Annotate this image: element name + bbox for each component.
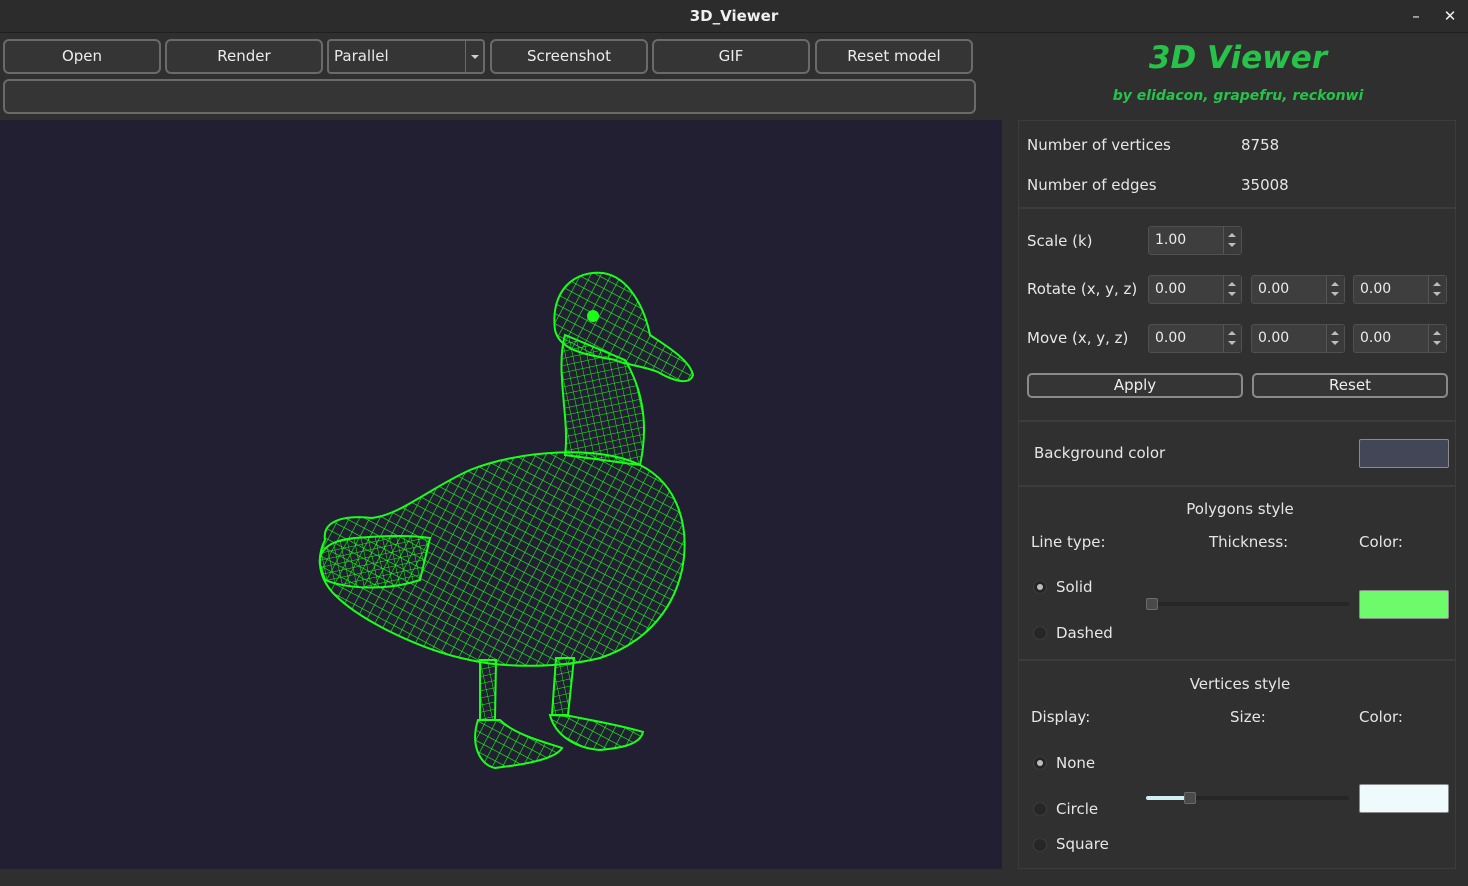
edges-count-label: Number of edges — [1027, 176, 1157, 194]
thickness-slider-handle[interactable] — [1146, 598, 1158, 610]
polygon-color-label: Color: — [1359, 533, 1403, 551]
background-color-swatch[interactable] — [1359, 439, 1449, 468]
spin-arrows-icon[interactable] — [1428, 276, 1446, 303]
display-circle-label: Circle — [1056, 800, 1099, 818]
polygon-color-swatch[interactable] — [1359, 590, 1449, 619]
spin-arrows-icon[interactable] — [1326, 325, 1344, 352]
render-button[interactable]: Render — [165, 39, 323, 74]
vertex-size-slider-handle[interactable] — [1184, 792, 1197, 804]
model-viewport[interactable] — [0, 120, 1002, 869]
vertex-color-swatch[interactable] — [1359, 784, 1449, 813]
display-none-label: None — [1056, 754, 1096, 772]
move-x-value: 0.00 — [1155, 330, 1187, 346]
title-bar: 3D_Viewer – ✕ — [0, 0, 1468, 33]
window-title: 3D_Viewer — [689, 7, 779, 25]
open-button[interactable]: Open — [3, 39, 161, 74]
display-square-radio[interactable] — [1033, 838, 1047, 852]
thickness-label: Thickness: — [1209, 533, 1289, 551]
thickness-slider[interactable] — [1146, 602, 1349, 606]
rotate-y-value: 0.00 — [1258, 281, 1290, 297]
polygons-style-heading: Polygons style — [1186, 500, 1294, 518]
app-title: 3D Viewer — [1148, 40, 1328, 76]
gif-button[interactable]: GIF — [652, 39, 810, 74]
status-strip — [0, 869, 1468, 886]
screenshot-button[interactable]: Screenshot — [490, 39, 648, 74]
rotate-x-spinbox[interactable]: 0.00 — [1148, 275, 1242, 304]
display-none-radio[interactable] — [1033, 756, 1047, 770]
spin-arrows-icon[interactable] — [1223, 276, 1241, 303]
close-icon[interactable]: ✕ — [1440, 6, 1460, 26]
chevron-down-icon[interactable] — [465, 41, 483, 72]
vertex-size-slider[interactable] — [1146, 796, 1349, 800]
move-z-spinbox[interactable]: 0.00 — [1353, 324, 1447, 353]
move-y-value: 0.00 — [1258, 330, 1290, 346]
line-type-solid-label: Solid — [1056, 578, 1093, 596]
vertices-count-label: Number of vertices — [1027, 136, 1171, 154]
file-path-field[interactable] — [3, 79, 976, 114]
spin-arrows-icon[interactable] — [1223, 325, 1241, 352]
edges-count-value: 35008 — [1241, 176, 1289, 194]
reset-model-button[interactable]: Reset model — [815, 39, 973, 74]
line-type-dashed-radio[interactable] — [1033, 626, 1047, 640]
move-y-spinbox[interactable]: 0.00 — [1251, 324, 1345, 353]
vertex-color-label: Color: — [1359, 708, 1403, 726]
rotate-z-value: 0.00 — [1360, 281, 1392, 297]
background-color-label: Background color — [1034, 444, 1166, 462]
display-label: Display: — [1031, 708, 1091, 726]
move-z-value: 0.00 — [1360, 330, 1392, 346]
model-info-panel: Number of vertices 8758 Number of edges … — [1018, 120, 1456, 208]
duck-wireframe — [318, 271, 695, 770]
projection-select-value: Parallel — [334, 47, 389, 65]
spin-arrows-icon[interactable] — [1326, 276, 1344, 303]
rotate-y-spinbox[interactable]: 0.00 — [1251, 275, 1345, 304]
spin-arrows-icon[interactable] — [1428, 325, 1446, 352]
apply-button[interactable]: Apply — [1027, 373, 1243, 398]
line-type-dashed-label: Dashed — [1056, 624, 1113, 642]
projection-select[interactable]: Parallel — [327, 39, 485, 74]
rotate-x-value: 0.00 — [1155, 281, 1187, 297]
scale-value: 1.00 — [1155, 232, 1187, 248]
size-label: Size: — [1230, 708, 1266, 726]
minimize-icon[interactable]: – — [1406, 6, 1426, 26]
move-x-spinbox[interactable]: 0.00 — [1148, 324, 1242, 353]
reset-button[interactable]: Reset — [1252, 373, 1448, 398]
scale-spinbox[interactable]: 1.00 — [1148, 226, 1242, 255]
app-authors: by elidacon, grapefru, reckonwi — [1112, 88, 1364, 104]
move-label: Move (x, y, z) — [1027, 329, 1129, 347]
line-type-solid-radio[interactable] — [1033, 580, 1047, 594]
display-circle-radio[interactable] — [1033, 802, 1047, 816]
model-canvas — [318, 271, 695, 770]
spin-arrows-icon[interactable] — [1223, 227, 1241, 254]
rotate-z-spinbox[interactable]: 0.00 — [1353, 275, 1447, 304]
vertices-count-value: 8758 — [1241, 136, 1280, 154]
vertices-style-heading: Vertices style — [1189, 675, 1291, 693]
rotate-label: Rotate (x, y, z) — [1027, 280, 1138, 298]
display-square-label: Square — [1056, 835, 1109, 853]
scale-label: Scale (k) — [1027, 232, 1093, 250]
line-type-label: Line type: — [1031, 533, 1106, 551]
